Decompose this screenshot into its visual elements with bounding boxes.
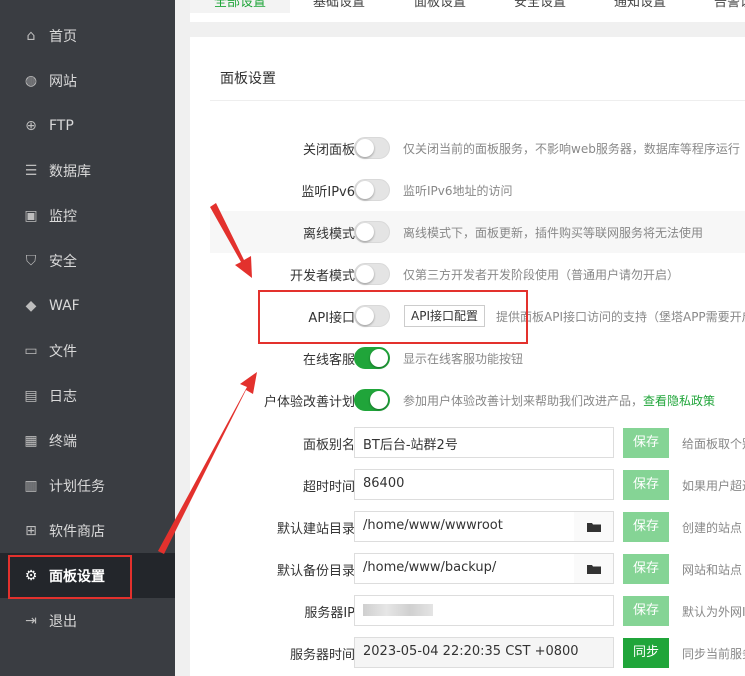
arrow-up-to-api: [158, 372, 257, 554]
arrow-down-to-api: [210, 203, 252, 278]
annotation-arrows: [158, 203, 257, 554]
